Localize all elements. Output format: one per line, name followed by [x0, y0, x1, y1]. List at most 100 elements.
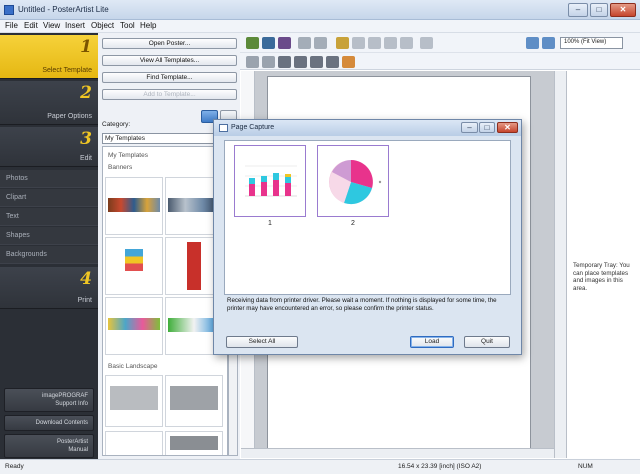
maximize-icon: □: [596, 5, 602, 14]
template-thumb[interactable]: [105, 375, 163, 427]
category-value: My Templates: [105, 135, 145, 142]
add-to-template-button[interactable]: Add to Template...: [102, 89, 237, 100]
dialog-title-bar: Page Capture – □ ✕: [214, 120, 521, 136]
line-tool-icon[interactable]: [294, 56, 307, 68]
distribute-icon[interactable]: [400, 37, 413, 49]
status-paper-size: 16.54 x 23.39 [inch] (ISO A2): [398, 463, 482, 470]
undo-icon[interactable]: [298, 37, 311, 49]
button-line: PosterArtist: [56, 439, 88, 445]
step-select-template[interactable]: 1 Select Template: [0, 35, 98, 79]
template-group-heading: My Templates: [108, 152, 148, 159]
template-thumb[interactable]: [165, 431, 223, 455]
template-thumb[interactable]: [105, 177, 163, 235]
button-label: Load: [424, 338, 440, 345]
lock-icon[interactable]: [420, 37, 433, 49]
group-icon[interactable]: [368, 37, 381, 49]
ellipse-tool-icon[interactable]: [326, 56, 339, 68]
menu-object[interactable]: Object: [91, 21, 114, 30]
dialog-maximize-button[interactable]: □: [479, 122, 495, 133]
menu-view[interactable]: View: [43, 21, 60, 30]
status-bar: Ready 16.54 x 23.39 [inch] (ISO A2) NUM: [0, 459, 640, 474]
edit-item-backgrounds[interactable]: Backgrounds: [0, 246, 98, 264]
pointer-icon[interactable]: [246, 56, 259, 68]
edit-item-clipart[interactable]: Clipart: [0, 189, 98, 207]
captured-page-thumb[interactable]: [234, 145, 306, 217]
step-paper-options[interactable]: 2 Paper Options: [0, 81, 98, 125]
step-label: Print: [77, 297, 92, 304]
step-number: 2: [80, 83, 92, 103]
view-all-templates-button[interactable]: View All Templates...: [102, 55, 237, 66]
button-label: Add to Template...: [143, 91, 196, 98]
zoom-select[interactable]: 100% (Fit View): [560, 37, 623, 49]
maximize-button[interactable]: □: [590, 3, 608, 17]
manual-button[interactable]: PosterArtist Manual: [4, 434, 94, 458]
title-bar: Untitled - PosterArtist Lite – □ ✕: [0, 0, 640, 20]
page-number: 2: [351, 220, 355, 227]
steps-panel: 1 Select Template 2 Paper Options 3 Edit…: [0, 33, 98, 459]
save-icon[interactable]: [278, 37, 291, 49]
menu-insert[interactable]: Insert: [65, 21, 85, 30]
edit-item-text[interactable]: Text: [0, 208, 98, 226]
select-all-button[interactable]: Select All: [226, 336, 298, 348]
dialog-close-button[interactable]: ✕: [497, 122, 518, 133]
download-contents-button[interactable]: Download Contents: [4, 415, 94, 431]
step-number: 1: [80, 37, 92, 57]
step-print[interactable]: 4 Print: [0, 267, 98, 309]
menu-tool[interactable]: Tool: [120, 21, 135, 30]
template-thumb[interactable]: [105, 297, 163, 355]
step-label: Select Template: [42, 67, 92, 74]
align-icon[interactable]: [336, 37, 349, 49]
zoom-in-icon[interactable]: [526, 37, 539, 49]
edit-item-photos[interactable]: Photos: [0, 170, 98, 188]
open-poster-button[interactable]: Open Poster...: [102, 38, 237, 49]
support-info-button[interactable]: imagePROGRAF Support Info: [4, 388, 94, 412]
menu-help[interactable]: Help: [140, 21, 156, 30]
dialog-minimize-button[interactable]: –: [461, 122, 478, 133]
template-subgroup-heading: Basic Landscape: [108, 363, 158, 370]
arrange-icon[interactable]: [352, 37, 365, 49]
minimize-icon: –: [575, 5, 581, 14]
step-number: 3: [80, 129, 92, 149]
minimize-button[interactable]: –: [568, 3, 588, 17]
text-tool-icon[interactable]: [278, 56, 291, 68]
edit-item-label: Text: [6, 213, 19, 220]
step-edit[interactable]: 3 Edit: [0, 127, 98, 167]
quit-button[interactable]: Quit: [464, 336, 510, 348]
vertical-scrollbar[interactable]: [554, 71, 566, 458]
edit-item-shapes[interactable]: Shapes: [0, 227, 98, 245]
close-button[interactable]: ✕: [610, 3, 636, 17]
menu-file[interactable]: File: [5, 21, 18, 30]
edit-item-label: Photos: [6, 175, 28, 182]
new-icon[interactable]: [246, 37, 259, 49]
find-template-button[interactable]: Find Template...: [102, 72, 237, 83]
open-icon[interactable]: [262, 37, 275, 49]
horizontal-scrollbar[interactable]: [241, 448, 554, 458]
pie-chart-thumb: [329, 160, 382, 205]
edit-item-label: Clipart: [6, 194, 27, 201]
template-thumb[interactable]: [105, 237, 163, 295]
template-list: My Templates Banners Basic Landscape: [102, 146, 228, 456]
ungroup-icon[interactable]: [384, 37, 397, 49]
rectangle-tool-icon[interactable]: [310, 56, 323, 68]
template-thumb[interactable]: [165, 375, 223, 427]
page-number: 1: [268, 220, 272, 227]
step-label: Edit: [79, 155, 92, 162]
captured-page-thumb[interactable]: [317, 145, 389, 217]
button-label: Open Poster...: [148, 40, 191, 47]
menu-edit[interactable]: Edit: [24, 21, 38, 30]
button-label: View All Templates...: [139, 57, 200, 64]
zoom-out-icon[interactable]: [542, 37, 555, 49]
rotate-icon[interactable]: [262, 56, 275, 68]
hand-tool-icon[interactable]: [342, 56, 355, 68]
window-title: Untitled - PosterArtist Lite: [18, 5, 109, 14]
template-thumb[interactable]: [105, 431, 163, 455]
category-label: Category:: [102, 121, 131, 128]
maximize-icon: □: [484, 123, 490, 132]
button-line: imagePROGRAF: [41, 393, 88, 399]
redo-icon[interactable]: [314, 37, 327, 49]
close-icon: ✕: [619, 5, 627, 14]
app-icon: [4, 5, 14, 15]
drawing-toolbar: [240, 53, 640, 70]
button-line: Download Contents: [35, 420, 88, 426]
load-button[interactable]: Load: [410, 336, 454, 348]
